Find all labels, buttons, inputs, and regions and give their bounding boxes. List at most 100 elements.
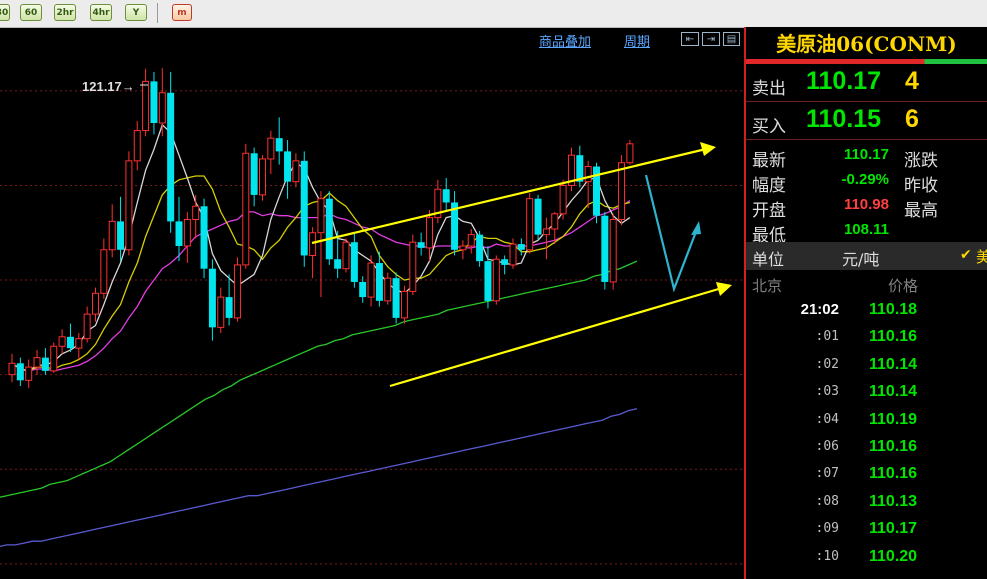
candle — [576, 145, 584, 188]
kline-chart[interactable]: 121.17→ — [0, 27, 745, 579]
candle-body — [317, 198, 325, 234]
candle-body — [100, 249, 108, 294]
tick-time: :03 — [815, 384, 839, 400]
candle — [517, 238, 525, 256]
candle-body — [175, 221, 183, 246]
kline-chart-svg: 121.17→ — [0, 68, 745, 565]
candle — [342, 238, 350, 273]
candle — [50, 342, 58, 373]
candle-body — [66, 336, 74, 349]
candle-body — [309, 232, 317, 256]
candle-body — [409, 241, 417, 292]
candle-body — [50, 345, 58, 372]
candle — [225, 274, 233, 326]
scroll-right-icon[interactable]: ⇥ — [702, 32, 720, 46]
candle-body — [334, 259, 342, 269]
candle-body — [133, 130, 141, 162]
tick-time: :04 — [815, 411, 839, 427]
period-month-button[interactable]: m — [172, 4, 192, 21]
candle — [92, 287, 99, 322]
tick-row: :09 110.17 — [746, 516, 987, 543]
candle — [133, 121, 141, 171]
period-60-button[interactable]: 60 — [20, 4, 42, 21]
tick-row: :02 110.14 — [746, 352, 987, 379]
candle — [567, 147, 575, 192]
candle-body — [75, 338, 83, 349]
tick-price-header: 价格 — [888, 277, 919, 295]
sell-row[interactable]: 卖出 110.17 4 — [746, 64, 987, 102]
scroll-left-icon[interactable]: ⇤ — [681, 32, 699, 46]
candle-body — [8, 362, 16, 376]
tick-price: 110.14 — [869, 355, 918, 373]
candle-body — [92, 292, 99, 315]
candle — [476, 230, 484, 267]
candle-body — [392, 278, 400, 318]
candle — [309, 227, 317, 279]
candle — [392, 272, 400, 324]
candle-body — [534, 198, 542, 235]
candle-body — [292, 160, 300, 183]
tick-row: :10 110.20 — [746, 544, 987, 571]
candle — [601, 211, 609, 290]
currency-label: 美 — [976, 248, 987, 266]
candle-body — [325, 198, 333, 260]
overlay-commodity-link[interactable]: 商品叠加 — [539, 31, 591, 50]
candle — [8, 353, 16, 383]
tick-price: 110.17 — [869, 520, 918, 538]
candle — [242, 143, 250, 269]
candle — [451, 191, 459, 256]
tick-price: 110.16 — [869, 438, 918, 455]
period-4hr-button[interactable]: 4hr — [90, 4, 112, 21]
candle-body — [551, 213, 559, 230]
candle — [183, 211, 191, 264]
tick-price: 110.14 — [869, 383, 918, 401]
candle-body — [350, 242, 358, 282]
candle — [267, 130, 275, 175]
panel-toggle-icon[interactable]: ▤ — [723, 32, 740, 46]
candle-body — [259, 158, 266, 196]
candle-body — [233, 264, 241, 319]
candle-body — [584, 166, 592, 183]
sell-volume: 4 — [905, 67, 919, 95]
stat-row-latest: 最新 110.17 涨跌 — [746, 143, 987, 171]
high-annotation: 121.17→ — [82, 79, 135, 94]
unit-row[interactable]: 单位 元/吨 ✔ 美 — [746, 242, 987, 270]
buy-row[interactable]: 买入 110.15 6 — [746, 102, 987, 140]
candle-body — [484, 261, 492, 301]
period-30-button[interactable]: 30 — [0, 4, 10, 21]
candle-body — [542, 228, 550, 236]
period-year-button[interactable]: Y — [125, 4, 147, 21]
candle-body — [384, 277, 392, 302]
candle — [534, 194, 542, 241]
candle-body — [167, 92, 175, 222]
candle-body — [217, 296, 225, 328]
candle-body — [559, 184, 567, 215]
period-link[interactable]: 周期 — [624, 31, 650, 50]
candle — [593, 162, 600, 224]
buy-volume: 6 — [905, 105, 919, 133]
tick-price: 110.18 — [869, 301, 918, 318]
candle — [175, 196, 183, 262]
candle — [626, 140, 634, 165]
tick-time: :07 — [815, 466, 839, 482]
candle — [200, 198, 208, 279]
sell-label: 卖出 — [752, 79, 786, 99]
candle — [167, 71, 175, 233]
candle — [484, 245, 492, 309]
candle — [434, 179, 442, 224]
candle — [100, 238, 108, 299]
candle-body — [250, 153, 258, 195]
period-2hr-button[interactable]: 2hr — [54, 4, 76, 21]
candle-body — [83, 313, 91, 340]
candle — [41, 348, 49, 375]
ma120-line — [0, 408, 638, 548]
candle-body — [275, 138, 283, 152]
stat-value: 110.17 — [843, 146, 889, 163]
candle — [150, 71, 158, 135]
stat-row-open: 开盘 110.98 最高 — [746, 193, 987, 221]
tick-price: 110.16 — [869, 328, 918, 346]
candle-body — [417, 242, 425, 248]
candle — [542, 217, 550, 260]
candle-body — [41, 357, 49, 371]
candle — [467, 228, 475, 254]
